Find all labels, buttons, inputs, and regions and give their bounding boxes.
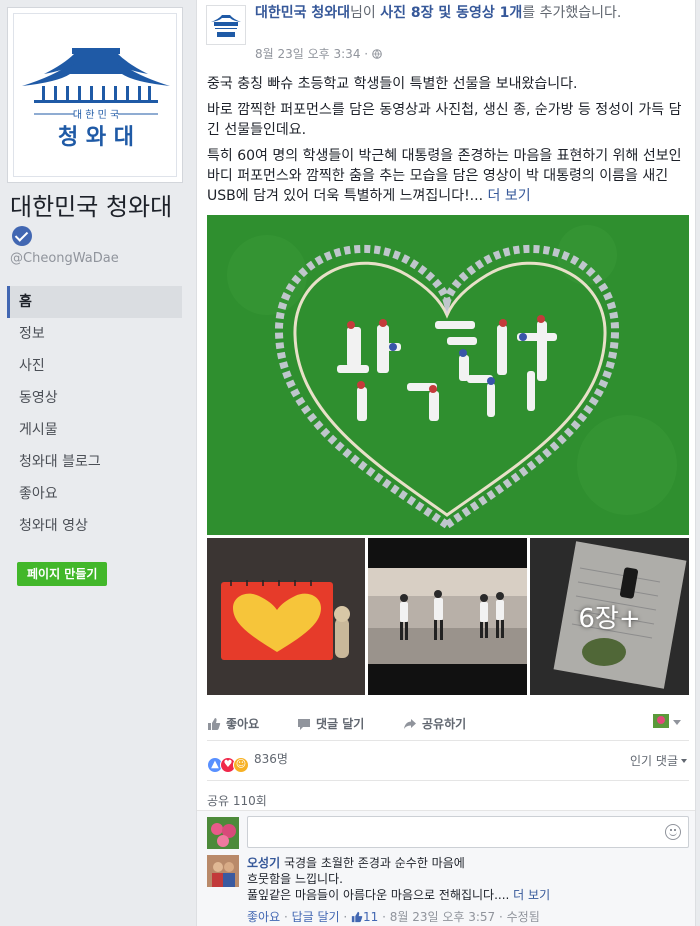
see-more-link[interactable]: 더 보기: [487, 188, 530, 204]
nav-item-cheongwadae-video[interactable]: 청와대 영상: [7, 510, 182, 542]
post-header-tail: 를 추가했습니다.: [522, 5, 622, 21]
share-arrow-icon: [404, 719, 416, 729]
current-user-avatar: [207, 817, 239, 849]
globe-icon: [372, 49, 382, 59]
chevron-down-icon: [681, 759, 687, 763]
post-media-link[interactable]: 사진 8장 및 동영상 1개: [380, 5, 522, 21]
page-nav: 홈 정보 사진 동영상 게시물 청와대 블로그 좋아요 청와대 영상: [7, 286, 182, 542]
comments-section: 오성기 국경을 초월한 존경과 순수한 마음에 흐뭇함을 느낍니다. 풀잎같은 …: [197, 810, 695, 926]
comment-likes[interactable]: 11: [351, 910, 378, 924]
post-photo-more[interactable]: 6장+: [530, 538, 689, 695]
comment-like-count: 11: [363, 910, 379, 924]
audience-selector[interactable]: [653, 714, 681, 731]
comment-sort[interactable]: 인기 댓글: [630, 752, 687, 769]
comment-author[interactable]: 오성기: [247, 856, 280, 870]
separator: ·: [339, 910, 352, 924]
profile-picture[interactable]: 대 한 민 국 청 와 대: [7, 7, 183, 183]
page-thumbnail-icon: [653, 714, 669, 728]
like-label: 좋아요: [226, 717, 260, 731]
nav-item-home[interactable]: 홈: [7, 286, 182, 318]
nav-item-likes[interactable]: 좋아요: [7, 478, 182, 510]
comment-body: 오성기 국경을 초월한 존경과 순수한 마음에 흐뭇함을 느낍니다. 풀잎같은 …: [247, 855, 687, 903]
post-paragraph: 특히 60여 명의 학생들이 박근혜 대통령을 존경하는 마음을 표현하기 위해…: [207, 146, 689, 206]
post-header-text: 님이: [350, 5, 381, 21]
page-name[interactable]: 대한민국 청와대: [10, 193, 185, 249]
comment-time: · 8월 23일 오후 3:57 · 수정됨: [378, 910, 540, 924]
comment-button[interactable]: 댓글 달기: [297, 710, 364, 738]
comment-label: 댓글 달기: [316, 717, 365, 731]
logo-subtitle: 대 한 민 국: [73, 109, 119, 121]
emoji-icon[interactable]: [665, 824, 681, 840]
page-handle[interactable]: @CheongWaDae: [10, 251, 119, 266]
divider: [207, 740, 689, 741]
chevron-down-icon: [673, 720, 681, 725]
post-video-dance[interactable]: [368, 538, 527, 695]
comment-meta: 좋아요 · 답글 달기 · 11 · 8월 23일 오후 3:57 · 수정됨: [247, 908, 540, 925]
share-count[interactable]: 공유 110회: [207, 792, 267, 809]
speech-bubble-icon: [298, 719, 310, 730]
thumbs-up-icon: [208, 718, 221, 730]
nav-item-photos[interactable]: 사진: [7, 350, 182, 382]
post-header: 대한민국 청와대님이 사진 8장 및 동영상 1개를 추가했습니다.: [255, 4, 637, 23]
comment-like-link[interactable]: 좋아요: [247, 910, 280, 924]
haha-reaction-icon: ☺: [233, 757, 249, 773]
comment-reply-link[interactable]: 답글 달기: [292, 910, 340, 924]
create-page-button[interactable]: 페이지 만들기: [17, 562, 108, 586]
comment-text: 풀잎같은 마음들이 아름다운 마음으로 전해집니다....: [247, 888, 514, 902]
post-author-avatar[interactable]: [206, 5, 246, 45]
reactions-summary[interactable]: ▲ ♥ ☺ 836명: [207, 748, 288, 773]
like-button[interactable]: 좋아요: [207, 710, 259, 738]
thumbs-up-icon: [351, 911, 363, 923]
post-author-link[interactable]: 대한민국 청와대: [255, 5, 350, 21]
post-paragraph: 바로 깜찍한 퍼포먼스를 담은 동영상과 사진첩, 생신 종, 순가방 등 정성…: [207, 102, 682, 138]
post-photo-heart[interactable]: [207, 215, 689, 535]
more-photos-count: 6장+: [578, 604, 641, 634]
post-actions: 좋아요 댓글 달기 공유하기: [207, 710, 689, 738]
comment-text: 국경을 초월한 존경과 순수한 마음에: [280, 856, 465, 870]
share-button[interactable]: 공유하기: [403, 710, 466, 738]
share-label: 공유하기: [422, 717, 467, 731]
page-name-text: 대한민국 청와대: [10, 193, 173, 221]
verified-badge-icon: [12, 226, 32, 246]
logo-title: 청 와 대: [58, 125, 134, 150]
commenter-avatar[interactable]: [207, 855, 239, 887]
post-time-text: 8월 23일 오후 3:34 ·: [255, 47, 372, 61]
cheongwadae-logo: 대 한 민 국 청 와 대: [13, 13, 177, 177]
post-card: 대한민국 청와대님이 사진 8장 및 동영상 1개를 추가했습니다. 8월 23…: [196, 0, 696, 926]
comment-text: 흐뭇함을 느낍니다.: [247, 872, 343, 886]
left-column: 대 한 민 국 청 와 대 대한민국 청와대 @CheongWaDae 홈 정보…: [0, 0, 193, 926]
separator: ·: [280, 910, 292, 924]
post-paragraph-text: 특히 60여 명의 학생들이 박근혜 대통령을 존경하는 마음을 표현하기 위해…: [207, 148, 682, 204]
nav-item-videos[interactable]: 동영상: [7, 382, 182, 414]
comment-see-more-link[interactable]: 더 보기: [513, 888, 550, 902]
post-paragraph: 중국 충칭 빠슈 초등학교 학생들이 특별한 선물을 보내왔습니다.: [207, 76, 578, 92]
reaction-count: 836명: [254, 752, 288, 766]
comment-sort-label: 인기 댓글: [630, 754, 678, 768]
nav-item-blog[interactable]: 청와대 블로그: [7, 446, 182, 478]
nav-item-about[interactable]: 정보: [7, 318, 182, 350]
comment-input[interactable]: [247, 816, 689, 848]
post-body: 중국 충칭 빠슈 초등학교 학생들이 특별한 선물을 보내왔습니다. 바로 깜찍…: [207, 74, 689, 212]
post-timestamp[interactable]: 8월 23일 오후 3:34 ·: [255, 45, 382, 62]
post-photo-calendar[interactable]: [207, 538, 365, 695]
divider: [207, 780, 689, 781]
nav-item-posts[interactable]: 게시물: [7, 414, 182, 446]
